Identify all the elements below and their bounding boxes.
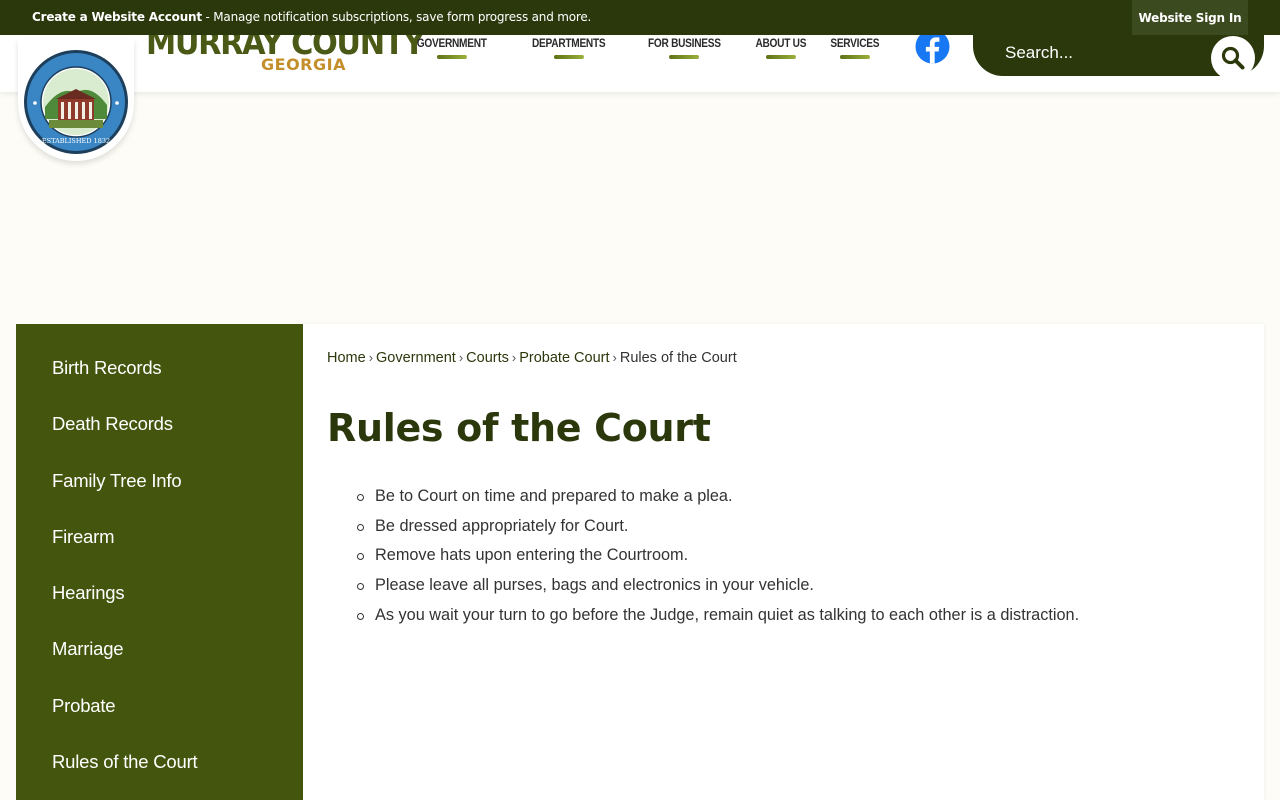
breadcrumb-separator: › (612, 350, 617, 365)
breadcrumb-separator: › (368, 350, 374, 365)
search-button[interactable] (1211, 36, 1255, 80)
state-name[interactable]: GEORGIA (261, 55, 346, 74)
nav-about-us[interactable]: ABOUT US (755, 38, 806, 59)
breadcrumb-separator: › (511, 350, 517, 365)
create-account-description[interactable]: - Manage notification subscriptions, sav… (202, 10, 592, 24)
nav-services-label[interactable]: SERVICES (830, 38, 879, 50)
nav-underline (669, 55, 700, 59)
breadcrumb-government[interactable]: Government (376, 350, 456, 366)
nav-underline (553, 55, 584, 59)
rule-item: Please leave all purses, bags and electr… (351, 571, 1231, 601)
search-input[interactable] (1005, 43, 1185, 63)
sidebar-item-hearings[interactable]: Hearings (16, 580, 303, 636)
sidebar-item-birth-records[interactable]: Birth Records (16, 355, 303, 411)
main-content: Home › Government › Courts › Probate Court › Rul… (303, 324, 1264, 800)
rule-item: Be to Court on time and prepared to make… (351, 482, 1231, 512)
nav-underline (436, 55, 467, 59)
sidebar-item-rules-of-the-court[interactable]: Rules of the Court (16, 749, 303, 800)
nav-underline (839, 55, 870, 59)
county-seal-logo[interactable]: ESTABLISHED 1832 (18, 39, 134, 161)
nav-departments-label[interactable]: DEPARTMENTS (532, 38, 606, 50)
rule-item: Remove hats upon entering the Courtroom. (351, 541, 1231, 571)
breadcrumb-probate-court[interactable]: Probate Court (519, 350, 609, 366)
search-icon (1221, 46, 1245, 70)
nav-services[interactable]: SERVICES (830, 38, 879, 59)
rules-list: Be to Court on time and prepared to make… (351, 482, 1231, 631)
nav-underline (765, 55, 796, 59)
sidebar-item-probate[interactable]: Probate (16, 693, 303, 749)
sidebar-nav: Birth Records Death Records Family Tree … (16, 324, 303, 800)
breadcrumb-courts[interactable]: Courts (466, 350, 509, 366)
breadcrumb-separator: › (458, 350, 464, 365)
breadcrumb-home[interactable]: Home (327, 350, 366, 366)
county-seal-icon: ESTABLISHED 1832 (24, 50, 128, 154)
rule-item: As you wait your turn to go before the J… (351, 601, 1231, 631)
create-account-link[interactable]: Create a Website Account - Manage notifi… (32, 10, 591, 24)
sidebar-item-death-records[interactable]: Death Records (16, 411, 303, 467)
page-title: Rules of the Court (327, 406, 711, 450)
nav-government-label[interactable]: GOVERNMENT (417, 38, 487, 50)
breadcrumb: Home › Government › Courts › Probate Court › Rul… (327, 350, 737, 366)
create-account-title[interactable]: Create a Website Account (32, 10, 202, 24)
sidebar-item-marriage[interactable]: Marriage (16, 636, 303, 692)
website-sign-in-button[interactable]: Website Sign In (1132, 0, 1248, 35)
nav-for-business[interactable]: FOR BUSINESS (648, 38, 721, 59)
sidebar-item-firearm[interactable]: Firearm (16, 524, 303, 580)
sidebar-item-family-tree-info[interactable]: Family Tree Info (16, 468, 303, 524)
seal-established-text: ESTABLISHED 1832 (42, 137, 110, 145)
nav-for-business-label[interactable]: FOR BUSINESS (648, 38, 721, 50)
nav-departments[interactable]: DEPARTMENTS (532, 38, 606, 59)
notification-bar: Create a Website Account - Manage notifi… (0, 0, 1280, 35)
rule-item: Be dressed appropriately for Court. (351, 512, 1231, 542)
site-header: ESTABLISHED 1832 MURRAY COUNTY GEORGIA G… (0, 15, 1280, 161)
breadcrumb-current: Rules of the Court (619, 350, 737, 366)
nav-government[interactable]: GOVERNMENT (417, 38, 487, 59)
nav-about-us-label[interactable]: ABOUT US (755, 38, 806, 50)
